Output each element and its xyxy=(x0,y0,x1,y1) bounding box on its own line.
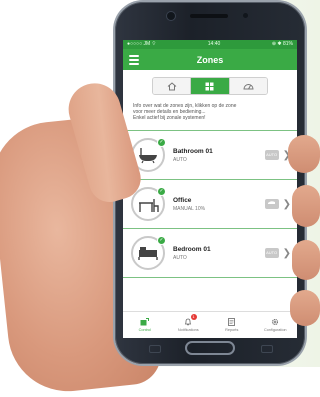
zone-mode: AUTO xyxy=(173,156,187,163)
nav-label: Control xyxy=(138,328,151,332)
bathtub-icon xyxy=(139,148,157,164)
manual-mode-chip[interactable] xyxy=(264,199,279,209)
nav-label: Configuration xyxy=(263,328,287,332)
bed-icon xyxy=(138,247,158,260)
gear-icon xyxy=(272,318,279,326)
zone-status-badge: ✓ xyxy=(157,236,166,245)
nav-notifications[interactable]: 1 Notifications xyxy=(167,312,211,338)
chevron-right-icon[interactable]: ❯ xyxy=(283,199,291,210)
tab-grid-view[interactable] xyxy=(190,78,229,94)
status-bar: ●○○○○ JM ⌔ 14:40 ⊕ ✱ 81% xyxy=(123,40,297,49)
front-camera xyxy=(167,12,175,20)
zone-list: ✓ Bathroom 01 AUTO AUTO ❯ ✓ Office MANUA… xyxy=(123,130,297,278)
recent-apps-key[interactable] xyxy=(149,345,161,353)
nav-control[interactable]: Control xyxy=(123,312,167,338)
home-icon xyxy=(167,81,176,90)
zone-text: Bedroom 01 AUTO xyxy=(173,246,265,261)
proximity-sensor xyxy=(243,13,248,18)
zone-icon-frame: ✓ xyxy=(131,236,166,270)
zone-icon-frame: ✓ xyxy=(131,187,166,221)
zone-mode: MANUAL 10% xyxy=(173,205,206,212)
finger xyxy=(292,240,320,280)
zone-status-badge: ✓ xyxy=(157,138,166,147)
nav-label: Notifications xyxy=(177,328,199,332)
view-switcher xyxy=(152,77,268,95)
finger xyxy=(288,135,320,173)
zone-row-bedroom[interactable]: ✓ Bedroom 01 AUTO AUTO ❯ xyxy=(123,229,297,278)
chevron-right-icon[interactable]: ❯ xyxy=(283,248,291,259)
zone-row-office[interactable]: ✓ Office MANUAL 10% ❯ xyxy=(123,180,297,229)
control-icon xyxy=(140,318,150,326)
gauge-icon xyxy=(243,84,254,90)
zone-row-bathroom[interactable]: ✓ Bathroom 01 AUTO AUTO ❯ xyxy=(123,131,297,180)
phone-device: ●○○○○ JM ⌔ 14:40 ⊕ ✱ 81% Zones Info over… xyxy=(115,2,305,364)
zone-text: Bathroom 01 AUTO xyxy=(173,148,265,163)
home-button[interactable] xyxy=(185,341,235,355)
zone-mode: AUTO xyxy=(173,254,187,261)
grid-icon xyxy=(205,82,214,90)
nav-reports[interactable]: Reports xyxy=(210,312,254,338)
info-line: Enkel actief bij zonale systemen! xyxy=(133,115,206,121)
finger xyxy=(292,185,320,227)
tab-gauge-view[interactable] xyxy=(228,78,267,94)
battery-status: ⊕ ✱ 81% xyxy=(271,41,293,47)
desk-icon xyxy=(139,199,159,212)
hand-mode-icon xyxy=(268,201,276,204)
finger xyxy=(290,290,320,326)
phone-screen: ●○○○○ JM ⌔ 14:40 ⊕ ✱ 81% Zones Info over… xyxy=(123,40,297,338)
clock: 14:40 xyxy=(207,41,221,47)
info-text: Info over wat de zones zijn, klikken op … xyxy=(133,103,287,121)
zone-status-badge: ✓ xyxy=(157,187,166,196)
zone-text: Office MANUAL 10% xyxy=(173,197,265,212)
earpiece-speaker xyxy=(190,14,228,18)
page-title: Zones xyxy=(196,54,224,65)
auto-mode-chip[interactable]: AUTO xyxy=(264,248,279,258)
zone-name: Bedroom 01 xyxy=(173,245,211,253)
tab-home-view[interactable] xyxy=(153,78,191,94)
zone-name: Bathroom 01 xyxy=(173,147,213,155)
app-bar: Zones xyxy=(123,49,297,70)
back-key[interactable] xyxy=(261,345,273,353)
carrier-signal: ●○○○○ JM ⌔ xyxy=(127,41,157,47)
bottom-navigation: Control 1 Notifications Reports Configur… xyxy=(123,311,297,338)
auto-mode-chip[interactable]: AUTO xyxy=(264,150,279,160)
nav-label: Reports xyxy=(225,328,239,332)
report-icon xyxy=(228,318,236,326)
notification-badge: 1 xyxy=(190,314,197,320)
zone-name: Office xyxy=(173,196,192,204)
